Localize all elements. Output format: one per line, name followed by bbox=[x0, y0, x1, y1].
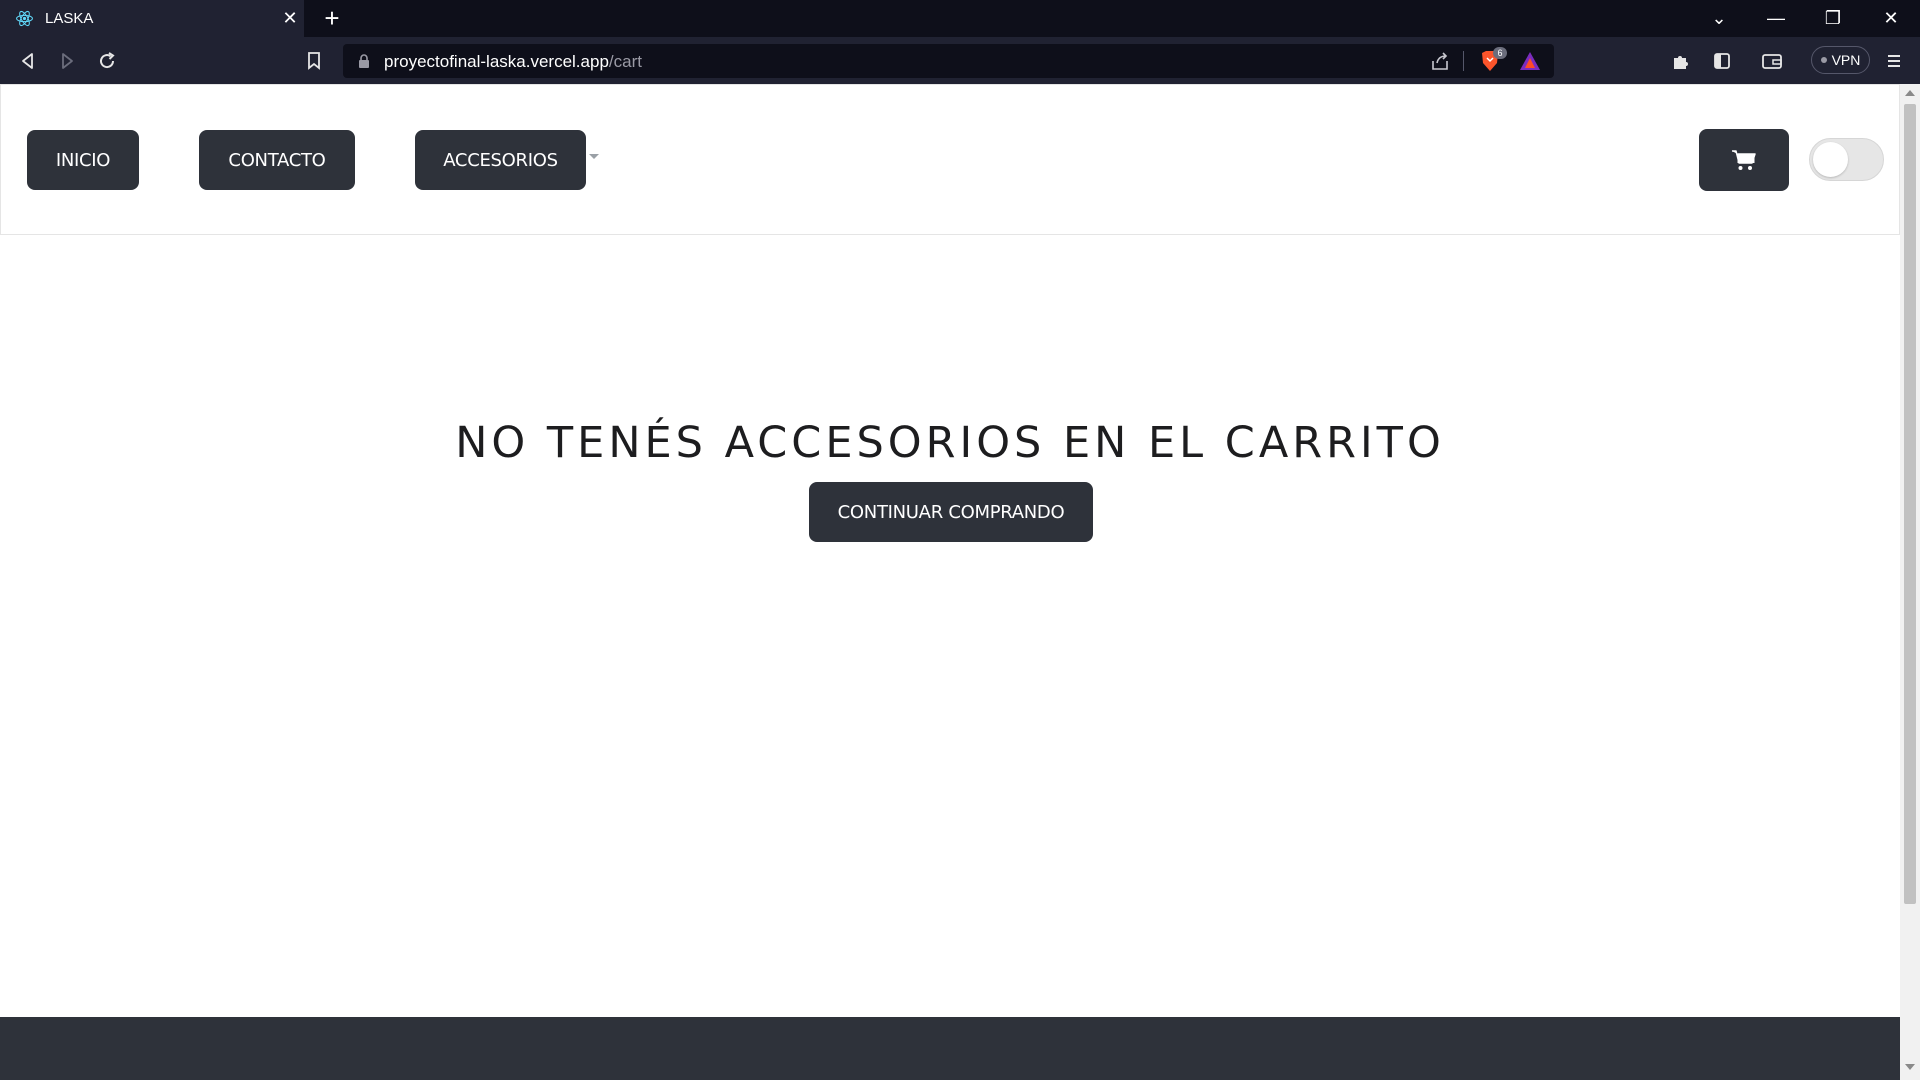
vpn-button[interactable]: VPN bbox=[1811, 46, 1870, 74]
nav-inicio-button[interactable]: INICIO bbox=[27, 130, 139, 190]
tab-close-icon[interactable]: ✕ bbox=[280, 8, 300, 28]
sidebar-icon[interactable] bbox=[1708, 47, 1736, 75]
web-page: INICIO CONTACTO ACCESORIOS NO TENÉS ACCE… bbox=[0, 84, 1900, 1080]
scroll-thumb[interactable] bbox=[1904, 104, 1916, 904]
browser-tab-bar: LASKA ✕ + ⌄ — ❐ ✕ bbox=[0, 0, 1920, 37]
back-icon[interactable] bbox=[14, 47, 42, 75]
chevron-down-icon[interactable] bbox=[589, 154, 599, 159]
site-navbar: INICIO CONTACTO ACCESORIOS bbox=[0, 84, 1900, 235]
browser-toolbar: proyectofinal-laska.vercel.app/cart 6 VP… bbox=[0, 37, 1920, 84]
reload-icon[interactable] bbox=[93, 47, 121, 75]
continue-shopping-button[interactable]: CONTINUAR COMPRANDO bbox=[809, 482, 1093, 542]
url-separator bbox=[1463, 51, 1464, 71]
theme-toggle[interactable] bbox=[1809, 138, 1884, 181]
bookmark-icon[interactable] bbox=[300, 47, 328, 75]
site-footer bbox=[0, 1017, 1900, 1080]
forward-icon[interactable] bbox=[53, 47, 81, 75]
new-tab-button[interactable]: + bbox=[320, 5, 344, 31]
shield-count-badge: 6 bbox=[1493, 47, 1507, 59]
close-window-icon[interactable]: ✕ bbox=[1879, 6, 1903, 30]
url-host: proyectofinal-laska.vercel.app bbox=[384, 52, 609, 71]
cart-icon bbox=[1732, 150, 1756, 170]
tab-title: LASKA bbox=[45, 10, 94, 27]
restore-icon[interactable]: ❐ bbox=[1821, 6, 1845, 30]
browser-tab[interactable]: LASKA ✕ bbox=[0, 0, 304, 37]
lock-icon bbox=[359, 54, 369, 68]
bat-rewards-icon[interactable] bbox=[1518, 50, 1542, 72]
scroll-up-arrow-icon[interactable] bbox=[1905, 90, 1915, 96]
extensions-icon[interactable] bbox=[1667, 47, 1695, 75]
scroll-down-arrow-icon[interactable] bbox=[1905, 1064, 1915, 1070]
vpn-label: VPN bbox=[1831, 52, 1861, 68]
url-path: /cart bbox=[608, 52, 642, 71]
menu-icon[interactable] bbox=[1880, 47, 1908, 75]
minimize-icon[interactable]: — bbox=[1764, 6, 1788, 30]
vpn-status-dot bbox=[1820, 57, 1827, 63]
nav-contacto-button[interactable]: CONTACTO bbox=[199, 130, 355, 190]
share-icon[interactable] bbox=[1429, 51, 1451, 73]
url-text: proyectofinal-laska.vercel.app/cart bbox=[384, 52, 642, 72]
cart-button[interactable] bbox=[1699, 129, 1789, 191]
toggle-knob bbox=[1813, 142, 1848, 177]
address-bar[interactable]: proyectofinal-laska.vercel.app/cart 6 bbox=[343, 44, 1554, 78]
page-scrollbar[interactable] bbox=[1900, 84, 1920, 1080]
nav-accesorios-button[interactable]: ACCESORIOS bbox=[415, 130, 586, 190]
tab-search-icon[interactable]: ⌄ bbox=[1707, 6, 1731, 30]
react-icon bbox=[16, 10, 33, 27]
empty-cart-message: NO TENÉS ACCESORIOS EN EL CARRITO bbox=[455, 418, 1445, 468]
wallet-icon[interactable] bbox=[1758, 47, 1786, 75]
